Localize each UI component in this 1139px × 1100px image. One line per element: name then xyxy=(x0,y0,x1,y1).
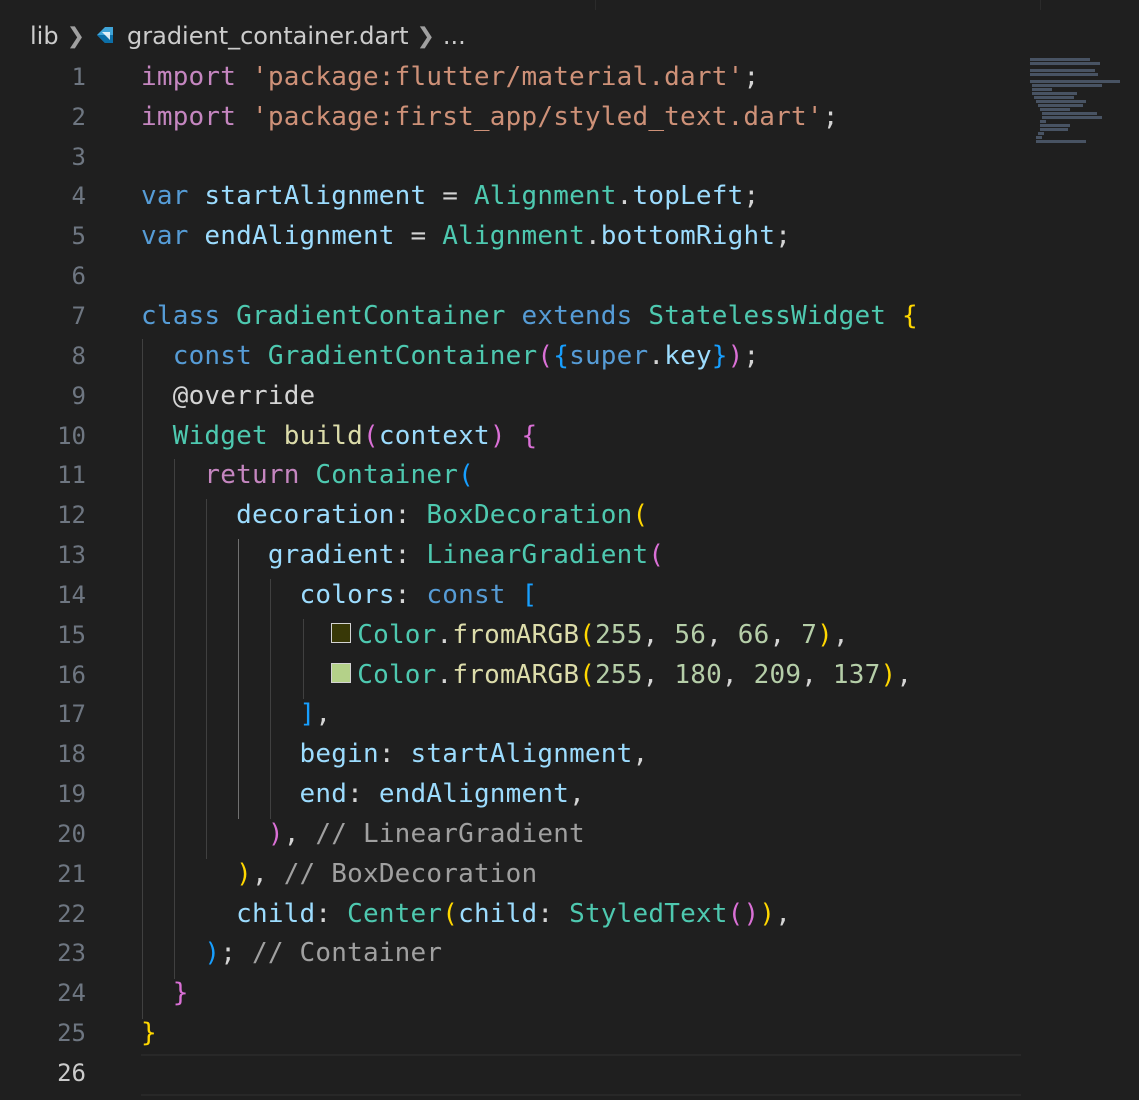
line-number: 21 xyxy=(57,859,86,888)
tab-strip-segment xyxy=(1040,0,1139,10)
code-editor[interactable]: lib ❯ gradient_container.dart ❯ ... 1 im… xyxy=(0,0,1139,1100)
dart-file-icon xyxy=(93,23,119,49)
line-number: 17 xyxy=(57,700,86,729)
breadcrumb-more[interactable]: ... xyxy=(443,22,466,50)
code-text[interactable]: colors: const [ xyxy=(141,580,538,610)
code-line[interactable]: 24 } xyxy=(0,973,1139,1013)
line-number: 4 xyxy=(71,182,86,211)
code-text[interactable]: const GradientContainer({super.key}); xyxy=(141,341,759,371)
code-line[interactable]: 9 @override xyxy=(0,376,1139,416)
code-text[interactable]: } xyxy=(141,978,189,1008)
line-number: 10 xyxy=(57,421,86,450)
code-line[interactable]: 15 Color.fromARGB(255, 56, 66, 7), xyxy=(0,615,1139,655)
code-text[interactable]: var endAlignment = Alignment.bottomRight… xyxy=(141,221,791,251)
line-number: 26 xyxy=(57,1059,86,1088)
line-number: 6 xyxy=(71,262,86,291)
code-line[interactable]: 21 ), // BoxDecoration xyxy=(0,854,1139,894)
code-line[interactable]: 2 import 'package:first_app/styled_text.… xyxy=(0,97,1139,137)
code-line[interactable]: 8 const GradientContainer({super.key}); xyxy=(0,336,1139,376)
code-line[interactable]: 14 colors: const [ xyxy=(0,575,1139,615)
line-number: 16 xyxy=(57,660,86,689)
breadcrumb-file[interactable]: gradient_container.dart xyxy=(127,22,408,50)
chevron-right-icon: ❯ xyxy=(416,23,435,49)
code-text[interactable]: var startAlignment = Alignment.topLeft; xyxy=(141,181,759,211)
code-line[interactable]: 16 Color.fromARGB(255, 180, 209, 137), xyxy=(0,655,1139,695)
line-number: 2 xyxy=(71,102,86,131)
code-text[interactable]: import 'package:first_app/styled_text.da… xyxy=(141,102,839,132)
tab-strip xyxy=(0,0,1139,10)
line-number: 25 xyxy=(57,1019,86,1048)
line-number: 3 xyxy=(71,142,86,171)
line-number: 19 xyxy=(57,780,86,809)
breadcrumb-folder[interactable]: lib xyxy=(30,22,59,50)
code-text[interactable]: Widget build(context) { xyxy=(141,421,537,451)
line-number: 22 xyxy=(57,899,86,928)
code-line[interactable]: 19 end: endAlignment, xyxy=(0,774,1139,814)
code-line-active[interactable]: 26 xyxy=(0,1053,1139,1093)
code-text[interactable]: return Container( xyxy=(141,460,474,490)
line-number: 18 xyxy=(57,740,86,769)
line-number: 13 xyxy=(57,541,86,570)
tab-strip-segment xyxy=(30,0,596,10)
code-line[interactable]: 12 decoration: BoxDecoration( xyxy=(0,495,1139,535)
line-number: 7 xyxy=(71,301,86,330)
code-text[interactable]: Color.fromARGB(255, 56, 66, 7), xyxy=(141,620,849,650)
code-text[interactable]: ), // BoxDecoration xyxy=(141,859,537,889)
line-number: 14 xyxy=(57,580,86,609)
code-text[interactable]: Color.fromARGB(255, 180, 209, 137), xyxy=(141,660,912,690)
line-number: 5 xyxy=(71,222,86,251)
code-line[interactable]: 10 Widget build(context) { xyxy=(0,416,1139,456)
breadcrumb: lib ❯ gradient_container.dart ❯ ... xyxy=(30,18,466,54)
code-line[interactable]: 4 var startAlignment = Alignment.topLeft… xyxy=(0,177,1139,217)
code-text[interactable]: end: endAlignment, xyxy=(141,779,585,809)
code-text[interactable]: gradient: LinearGradient( xyxy=(141,540,664,570)
line-number: 9 xyxy=(71,381,86,410)
code-line[interactable]: 6 xyxy=(0,256,1139,296)
code-text[interactable]: begin: startAlignment, xyxy=(141,739,649,769)
code-text[interactable]: class GradientContainer extends Stateles… xyxy=(141,301,918,331)
line-number: 20 xyxy=(57,819,86,848)
code-line[interactable]: 18 begin: startAlignment, xyxy=(0,734,1139,774)
code-line[interactable]: 25 } xyxy=(0,1013,1139,1053)
code-text[interactable]: decoration: BoxDecoration( xyxy=(141,500,648,530)
line-number: 23 xyxy=(57,939,86,968)
code-line[interactable]: 17 ], xyxy=(0,695,1139,735)
line-number: 24 xyxy=(57,979,86,1008)
code-line[interactable]: 1 import 'package:flutter/material.dart'… xyxy=(0,57,1139,97)
line-number: 1 xyxy=(71,62,86,91)
line-number: 15 xyxy=(57,620,86,649)
code-line[interactable]: 13 gradient: LinearGradient( xyxy=(0,535,1139,575)
code-line[interactable]: 11 return Container( xyxy=(0,455,1139,495)
code-text[interactable]: import 'package:flutter/material.dart'; xyxy=(141,62,759,92)
code-line[interactable]: 3 xyxy=(0,137,1139,177)
code-text[interactable]: ); // Container xyxy=(141,938,442,968)
code-line[interactable]: 22 child: Center(child: StyledText()), xyxy=(0,894,1139,934)
code-text[interactable]: ), // LinearGradient xyxy=(141,819,585,849)
color-swatch-icon[interactable] xyxy=(331,663,352,684)
line-number: 12 xyxy=(57,501,86,530)
code-text[interactable]: ], xyxy=(141,699,332,729)
chevron-right-icon: ❯ xyxy=(66,23,86,49)
code-line[interactable]: 7 class GradientContainer extends Statel… xyxy=(0,296,1139,336)
code-text[interactable]: } xyxy=(141,1018,157,1048)
code-line[interactable]: 20 ), // LinearGradient xyxy=(0,814,1139,854)
line-number: 11 xyxy=(57,461,86,490)
code-lines[interactable]: 1 import 'package:flutter/material.dart'… xyxy=(0,57,1139,1093)
code-line[interactable]: 23 ); // Container xyxy=(0,934,1139,974)
code-text[interactable]: @override xyxy=(141,381,315,411)
code-text[interactable]: child: Center(child: StyledText()), xyxy=(141,899,791,929)
line-number: 8 xyxy=(71,341,86,370)
color-swatch-icon[interactable] xyxy=(331,623,352,644)
code-line[interactable]: 5 var endAlignment = Alignment.bottomRig… xyxy=(0,216,1139,256)
